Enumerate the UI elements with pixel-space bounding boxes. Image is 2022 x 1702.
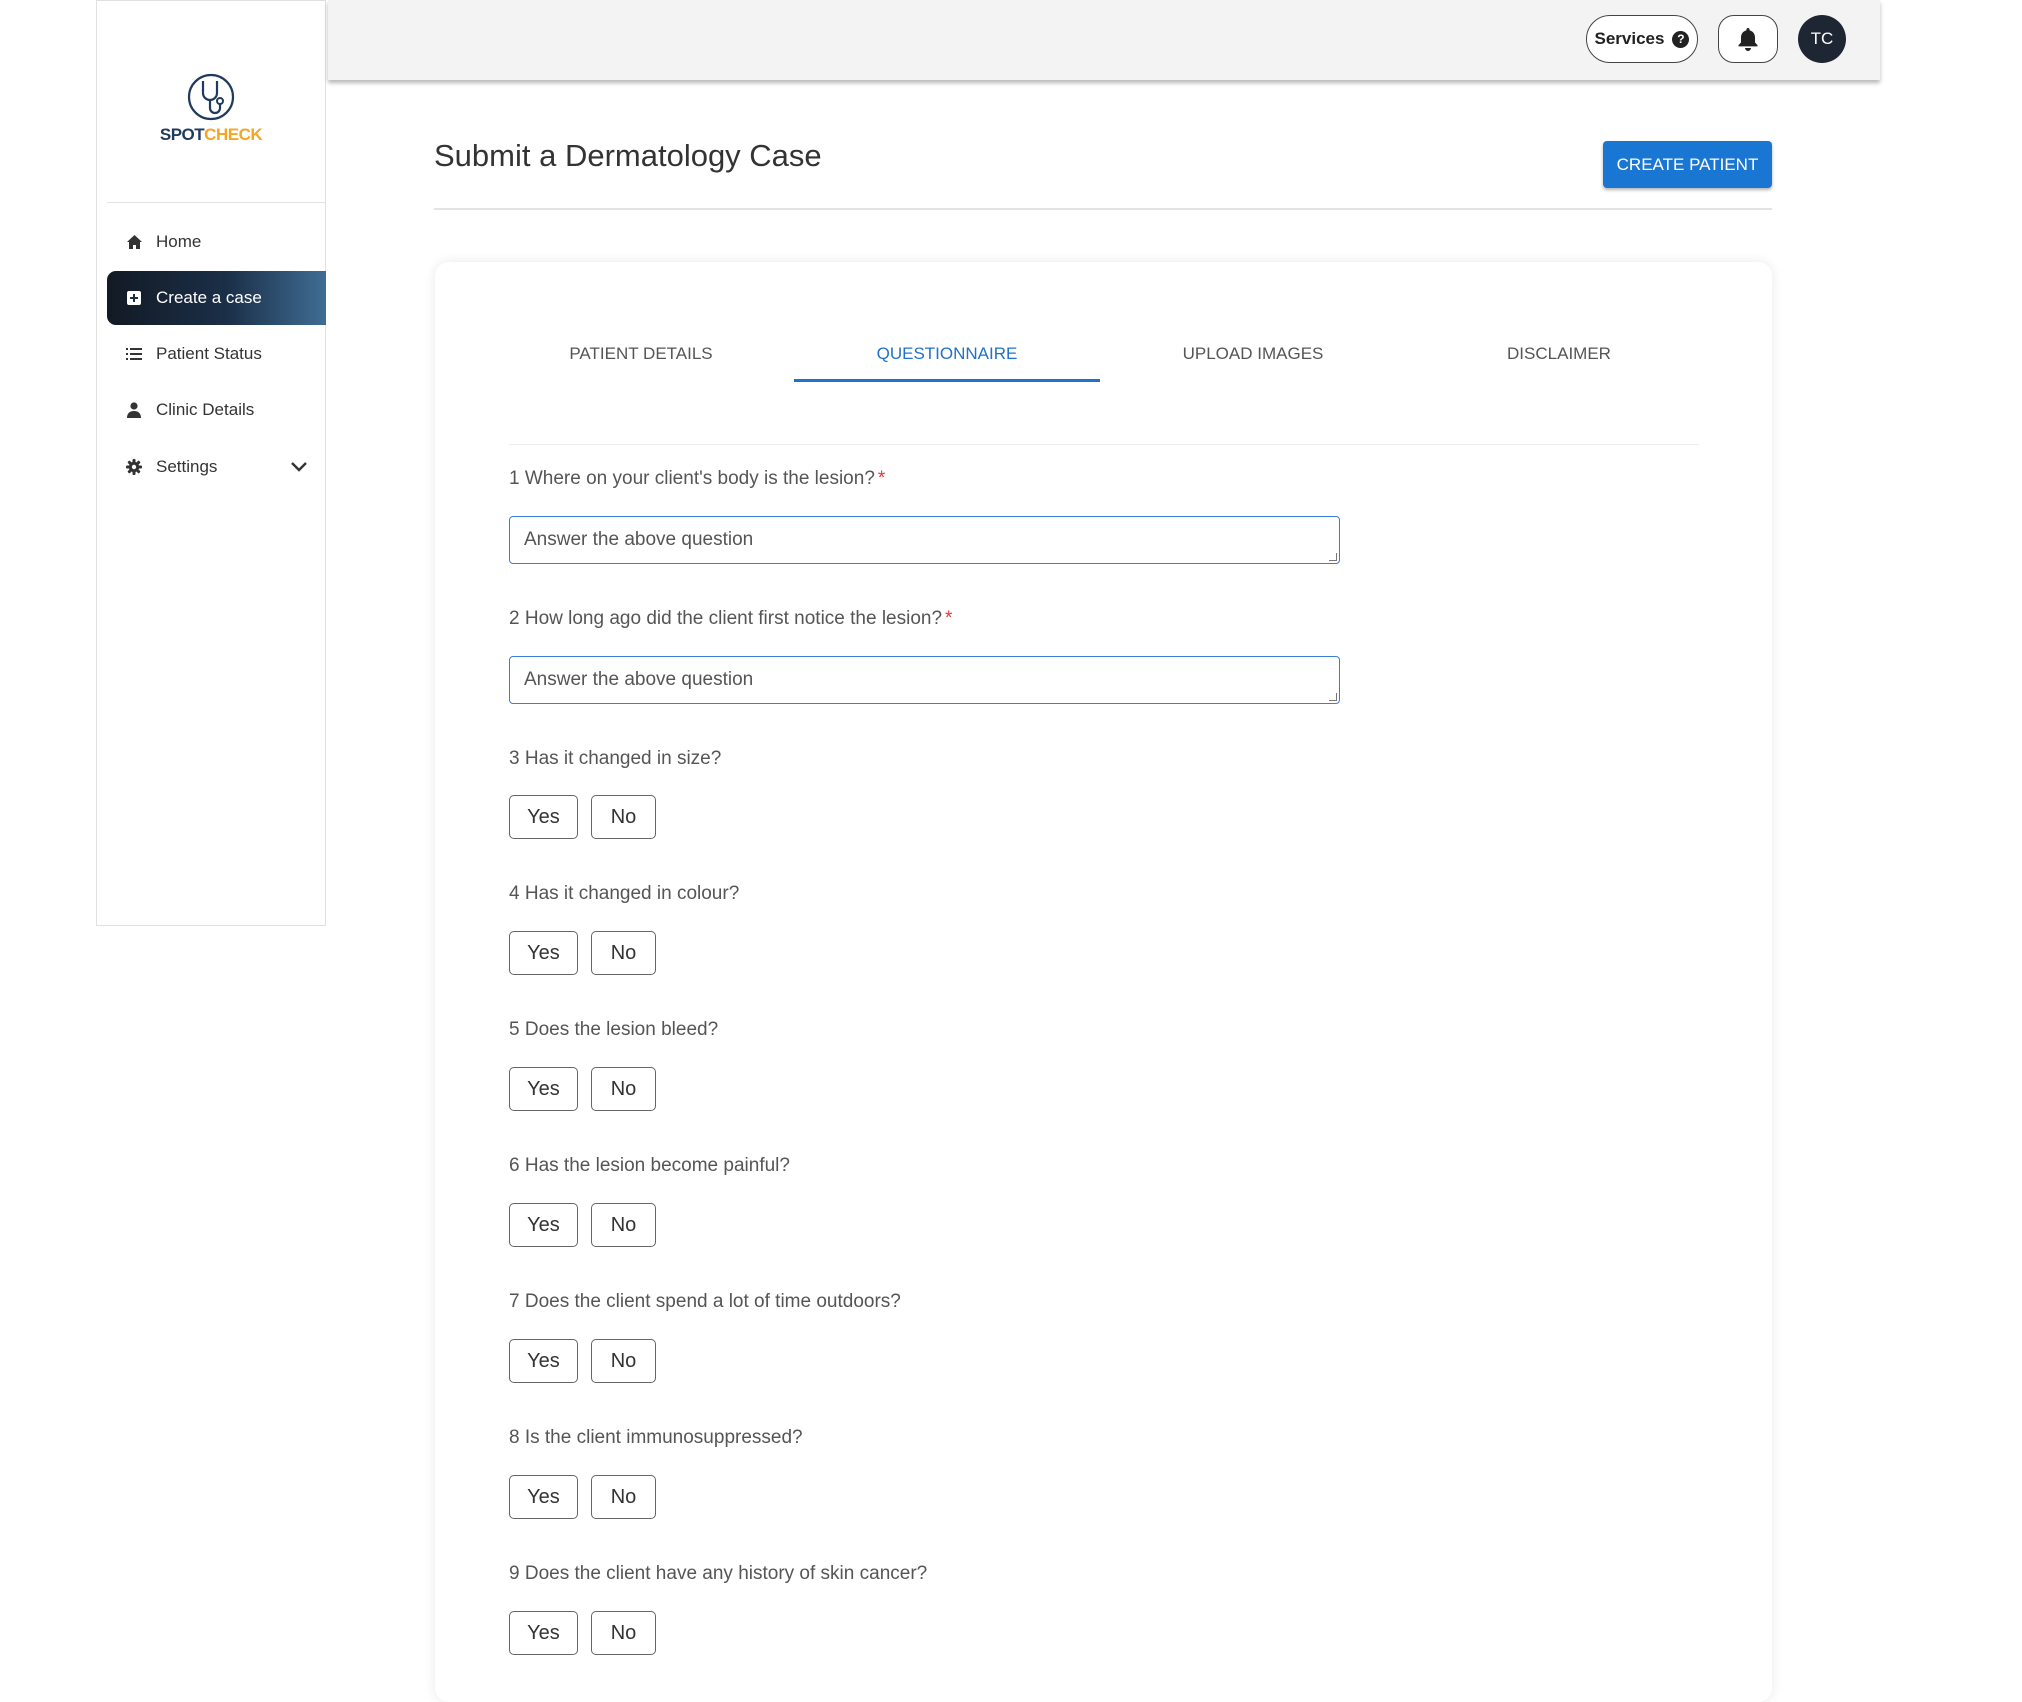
page-title: Submit a Dermatology Case [434,138,822,173]
question-1-label: 1 Where on your client's body is the les… [509,468,885,490]
question-5-label: 5 Does the lesion bleed? [509,1019,719,1040]
question-5-yes-button[interactable]: Yes [509,1067,578,1111]
question-6-yes-button[interactable]: Yes [509,1203,578,1247]
sidebar: SPOTCHECK Home Create a case Patient Sta… [96,0,326,926]
help-icon: ? [1672,30,1690,48]
required-marker: * [877,468,886,489]
question-text: 1 Where on your client's body is the les… [509,468,875,489]
question-4-no-button[interactable]: No [591,931,656,975]
logo-text-spot: SPOT [159,125,205,144]
sidebar-item-home[interactable]: Home [107,215,326,269]
stethoscope-icon [187,73,235,121]
question-6-label: 6 Has the lesion become painful? [509,1155,790,1176]
header-divider [434,208,1772,210]
tabs-divider [509,444,1699,445]
question-3-yes-button[interactable]: Yes [509,795,578,839]
sidebar-item-label: Clinic Details [156,400,255,419]
gear-icon [125,458,143,476]
sidebar-item-label: Patient Status [156,344,262,363]
question-6-no-button[interactable]: No [591,1203,656,1247]
question-4-label: 4 Has it changed in colour? [509,883,740,904]
tab-patient-details[interactable]: PATIENT DETAILS [488,320,794,382]
sidebar-item-settings[interactable]: Settings [107,440,326,494]
question-8-yes-button[interactable]: Yes [509,1475,578,1519]
question-9-no-button[interactable]: No [591,1611,656,1655]
sidebar-item-patient-status[interactable]: Patient Status [107,327,326,381]
bell-icon [1738,27,1758,51]
avatar[interactable]: TC [1798,15,1846,63]
spotcheck-logo[interactable]: SPOTCHECK [97,71,325,145]
question-8-label: 8 Is the client immunosuppressed? [509,1427,803,1448]
chevron-down-icon[interactable] [290,458,308,478]
question-3-no-button[interactable]: No [591,795,656,839]
sidebar-item-clinic-details[interactable]: Clinic Details [107,383,326,437]
tab-questionnaire[interactable]: QUESTIONNAIRE [794,320,1100,382]
question-4-yes-button[interactable]: Yes [509,931,578,975]
question-8-no-button[interactable]: No [591,1475,656,1519]
question-text: 2 How long ago did the client first noti… [509,608,943,629]
question-7-yes-button[interactable]: Yes [509,1339,578,1383]
list-icon [125,345,143,363]
logo-text-check: CHECK [204,125,263,144]
sidebar-item-label: Home [156,232,202,251]
required-marker: * [945,608,953,629]
question-9-yes-button[interactable]: Yes [509,1611,578,1655]
sidebar-divider [107,202,325,203]
services-label: Services [1594,29,1665,48]
question-2-answer-input[interactable]: Answer the above question [509,656,1340,704]
create-patient-button[interactable]: CREATE PATIENT [1603,141,1772,188]
question-9-label: 9 Does the client have any history of sk… [509,1563,928,1584]
question-3-label: 3 Has it changed in size? [509,748,722,769]
notifications-button[interactable] [1718,15,1778,63]
tab-disclaimer[interactable]: DISCLAIMER [1406,320,1712,382]
home-icon [125,233,143,251]
question-7-no-button[interactable]: No [591,1339,656,1383]
question-7-label: 7 Does the client spend a lot of time ou… [509,1291,901,1312]
question-5-no-button[interactable]: No [591,1067,656,1111]
top-bar: Services ? TC [328,0,1880,80]
tab-upload-images[interactable]: UPLOAD IMAGES [1100,320,1406,382]
question-2-label: 2 How long ago did the client first noti… [509,608,952,630]
sidebar-item-label: Create a case [156,288,262,307]
sidebar-item-label: Settings [156,457,218,476]
services-button[interactable]: Services ? [1586,15,1698,63]
question-1-answer-input[interactable]: Answer the above question [509,516,1340,564]
logo-wordmark: SPOTCHECK [97,125,325,145]
plus-square-icon [125,289,143,307]
sidebar-item-create-case[interactable]: Create a case [107,271,326,325]
user-icon [125,401,143,419]
